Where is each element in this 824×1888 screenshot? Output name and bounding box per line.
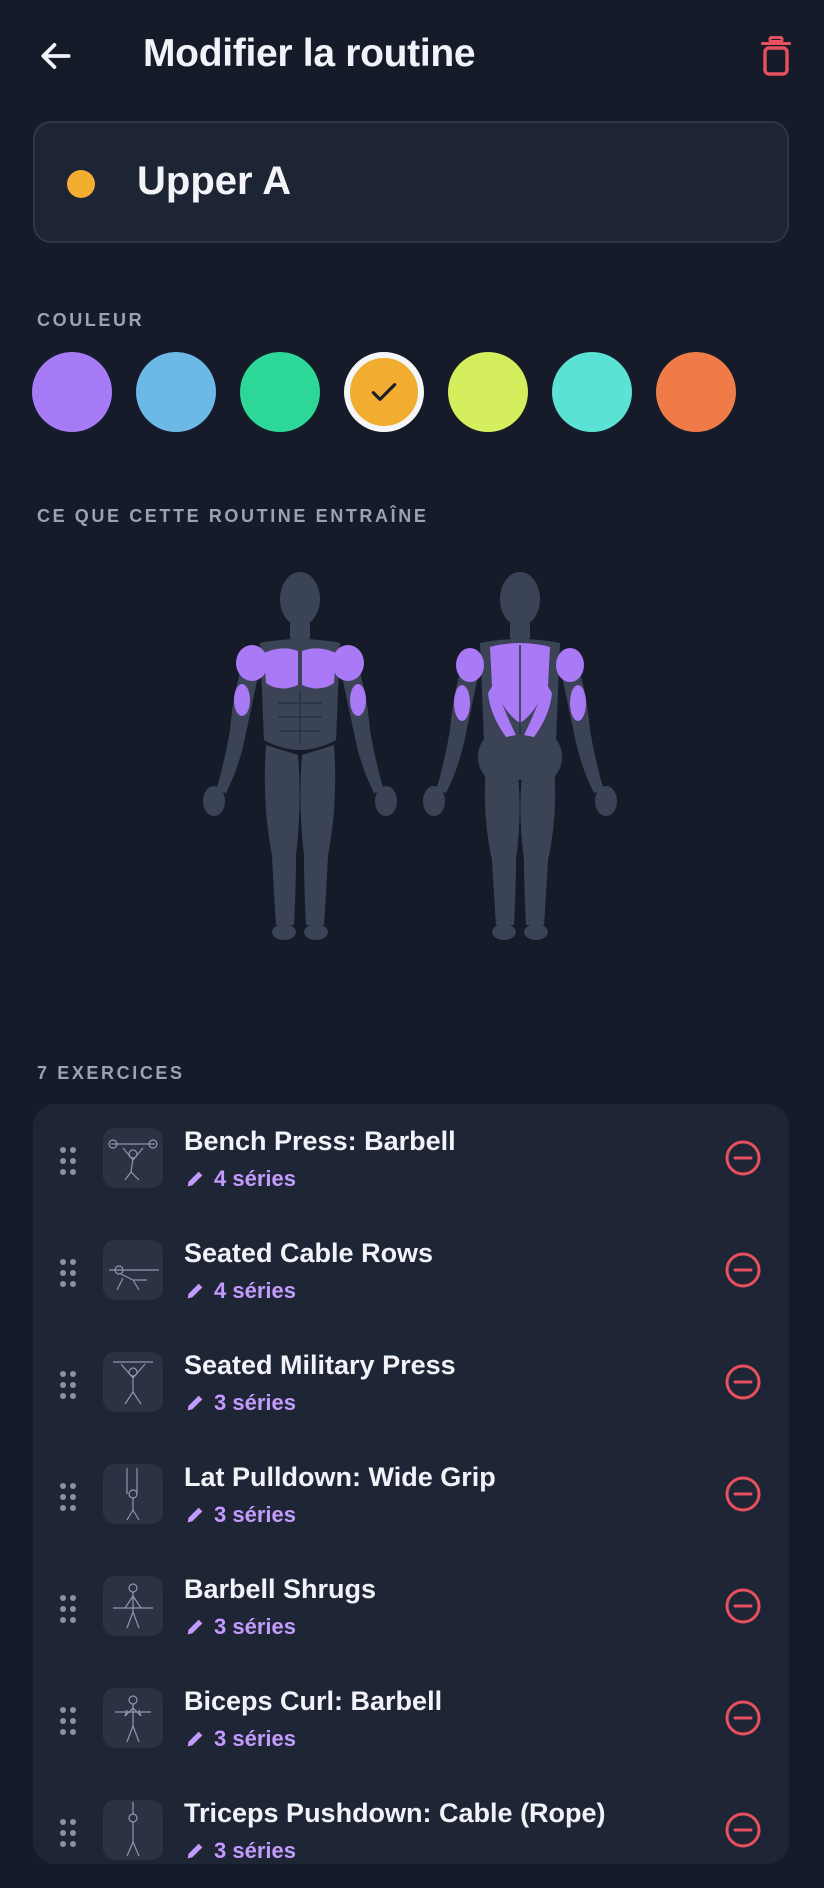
drag-handle-icon[interactable] — [59, 1818, 77, 1848]
drag-handle-icon[interactable] — [59, 1594, 77, 1624]
exercise-thumbnail — [103, 1128, 163, 1188]
edit-sets-link[interactable]: 3 séries — [184, 1390, 296, 1416]
exercise-row[interactable]: Triceps Pushdown: Cable (Rope) 3 séries — [33, 1776, 789, 1888]
remove-circle-icon[interactable] — [724, 1811, 762, 1849]
exercise-sets: 4 séries — [214, 1278, 296, 1303]
exercise-name: Biceps Curl: Barbell — [184, 1686, 443, 1716]
exercise-name: Seated Cable Rows — [184, 1238, 434, 1268]
drag-handle-icon[interactable] — [59, 1258, 77, 1288]
routine-color-dot — [67, 170, 95, 198]
exercise-sets: 3 séries — [214, 1502, 296, 1527]
pencil-icon — [187, 1843, 203, 1859]
exercise-sets: 4 séries — [214, 1166, 296, 1191]
delete-routine-button[interactable] — [754, 34, 798, 78]
exercise-thumbnail — [103, 1576, 163, 1636]
front-body-figure — [203, 572, 397, 940]
exercise-name: Triceps Pushdown: Cable (Rope) — [184, 1798, 606, 1828]
exercise-thumbnail — [103, 1464, 163, 1524]
color-swatch-green[interactable] — [240, 352, 320, 432]
exercise-sets: 3 séries — [214, 1390, 296, 1415]
drag-handle-icon[interactable] — [59, 1482, 77, 1512]
color-section-label: COULEUR — [37, 310, 145, 330]
pencil-icon — [187, 1731, 203, 1747]
exercise-row[interactable]: Biceps Curl: Barbell 3 séries — [33, 1664, 789, 1776]
muscle-body-map — [203, 572, 617, 940]
trash-icon — [761, 36, 791, 76]
color-swatch-orange-selected[interactable] — [344, 352, 424, 432]
drag-handle-icon[interactable] — [59, 1370, 77, 1400]
exercise-name: Barbell Shrugs — [184, 1574, 377, 1604]
color-swatch-purple[interactable] — [32, 352, 112, 432]
exercise-thumbnail — [103, 1352, 163, 1412]
exercise-list: Bench Press: Barbell 4 séries Seated Cab… — [33, 1104, 789, 1864]
routine-name-input[interactable] — [137, 159, 737, 204]
exercise-row[interactable]: Seated Military Press 3 séries — [33, 1328, 789, 1440]
exercise-thumbnail — [103, 1240, 163, 1300]
remove-circle-icon[interactable] — [724, 1363, 762, 1401]
routine-name-card[interactable] — [33, 121, 789, 243]
remove-circle-icon[interactable] — [724, 1699, 762, 1737]
drag-handle-icon[interactable] — [59, 1706, 77, 1736]
exercise-name: Seated Military Press — [184, 1350, 456, 1380]
remove-circle-icon[interactable] — [724, 1587, 762, 1625]
edit-sets-link[interactable]: 4 séries — [184, 1278, 296, 1304]
edit-sets-link[interactable]: 4 séries — [184, 1166, 296, 1192]
color-swatch-coral[interactable] — [656, 352, 736, 432]
exercise-sets: 3 séries — [214, 1614, 296, 1639]
muscles-section-label: CE QUE CETTE ROUTINE ENTRAÎNE — [37, 506, 429, 526]
edit-sets-link[interactable]: 3 séries — [184, 1502, 296, 1528]
exercise-row[interactable]: Barbell Shrugs 3 séries — [33, 1552, 789, 1664]
exercise-sets: 3 séries — [214, 1838, 296, 1863]
exercise-row[interactable]: Bench Press: Barbell 4 séries — [33, 1104, 789, 1216]
exercise-thumbnail — [103, 1800, 163, 1860]
exercise-sets: 3 séries — [214, 1726, 296, 1751]
back-button[interactable] — [34, 34, 78, 78]
color-swatch-teal[interactable] — [552, 352, 632, 432]
remove-circle-icon[interactable] — [724, 1475, 762, 1513]
back-body-figure — [423, 572, 617, 940]
pencil-icon — [187, 1171, 203, 1187]
pencil-icon — [187, 1507, 203, 1523]
arrow-left-icon — [41, 43, 71, 69]
pencil-icon — [187, 1283, 203, 1299]
exercise-name: Bench Press: Barbell — [184, 1126, 456, 1156]
remove-circle-icon[interactable] — [724, 1139, 762, 1177]
color-swatches — [32, 352, 792, 432]
pencil-icon — [187, 1619, 203, 1635]
edit-sets-link[interactable]: 3 séries — [184, 1838, 296, 1864]
exercise-name: Lat Pulldown: Wide Grip — [184, 1462, 496, 1492]
page-title: Modifier la routine — [143, 32, 476, 75]
pencil-icon — [187, 1395, 203, 1411]
app-header: Modifier la routine — [0, 0, 824, 112]
remove-circle-icon[interactable] — [724, 1251, 762, 1289]
edit-sets-link[interactable]: 3 séries — [184, 1726, 296, 1752]
edit-sets-link[interactable]: 3 séries — [184, 1614, 296, 1640]
exercises-section-label: 7 EXERCICES — [37, 1063, 185, 1083]
color-swatch-lime[interactable] — [448, 352, 528, 432]
drag-handle-icon[interactable] — [59, 1146, 77, 1176]
exercise-row[interactable]: Lat Pulldown: Wide Grip 3 séries — [33, 1440, 789, 1552]
exercise-thumbnail — [103, 1688, 163, 1748]
exercise-row[interactable]: Seated Cable Rows 4 séries — [33, 1216, 789, 1328]
color-swatch-blue[interactable] — [136, 352, 216, 432]
checkmark-icon — [371, 383, 397, 401]
